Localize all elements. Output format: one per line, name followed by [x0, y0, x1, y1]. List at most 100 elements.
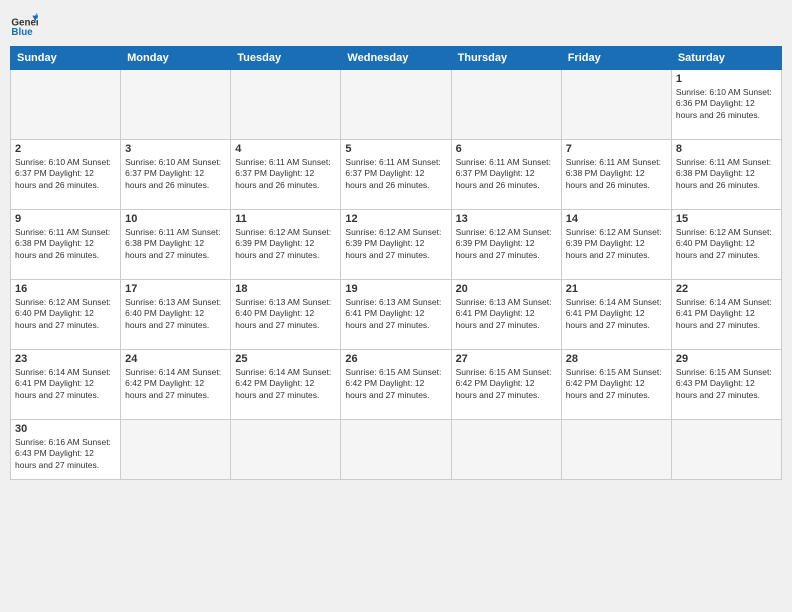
day-number: 8 — [676, 143, 777, 155]
day-info: Sunrise: 6:11 AM Sunset: 6:37 PM Dayligh… — [345, 157, 446, 191]
day-number: 17 — [125, 283, 226, 295]
calendar-cell — [121, 420, 231, 480]
calendar-cell: 27 Sunrise: 6:15 AM Sunset: 6:42 PM Dayli… — [451, 350, 561, 420]
calendar-cell: 13Sunrise: 6:12 AM Sunset: 6:39 PM Dayli… — [451, 210, 561, 280]
calendar-week-row: 1Sunrise: 6:10 AM Sunset: 6:36 PM Daylig… — [11, 70, 782, 140]
day-number: 27 — [456, 353, 557, 365]
logo: General Blue — [10, 10, 42, 38]
calendar-cell: 9 Sunrise: 6:11 AM Sunset: 6:38 PM Daylig… — [11, 210, 121, 280]
day-info: Sunrise: 6:10 AM Sunset: 6:37 PM Dayligh… — [125, 157, 226, 191]
svg-text:Blue: Blue — [11, 27, 33, 38]
calendar-cell — [671, 420, 781, 480]
calendar-cell: 1Sunrise: 6:10 AM Sunset: 6:36 PM Daylig… — [671, 70, 781, 140]
calendar-cell — [561, 420, 671, 480]
day-number: 2 — [15, 143, 116, 155]
calendar-cell: 15Sunrise: 6:12 AM Sunset: 6:40 PM Dayli… — [671, 210, 781, 280]
calendar-cell — [451, 420, 561, 480]
calendar-cell: 8Sunrise: 6:11 AM Sunset: 6:38 PM Daylig… — [671, 140, 781, 210]
col-header-wednesday: Wednesday — [341, 47, 451, 70]
calendar-table: SundayMondayTuesdayWednesdayThursdayFrid… — [10, 46, 782, 480]
calendar-cell: 25 Sunrise: 6:14 AM Sunset: 6:42 PM Dayli… — [231, 350, 341, 420]
day-info: Sunrise: 6:14 AM Sunset: 6:42 PM Dayligh… — [125, 367, 226, 401]
day-info: Sunrise: 6:12 AM Sunset: 6:39 PM Dayligh… — [456, 227, 557, 261]
day-number: 29 — [676, 353, 777, 365]
calendar-week-row: 2 Sunrise: 6:10 AM Sunset: 6:37 PM Daylig… — [11, 140, 782, 210]
day-number: 6 — [456, 143, 557, 155]
day-info: Sunrise: 6:11 AM Sunset: 6:38 PM Dayligh… — [125, 227, 226, 261]
day-info: Sunrise: 6:12 AM Sunset: 6:40 PM Dayligh… — [15, 297, 116, 331]
day-number: 5 — [345, 143, 446, 155]
day-info: Sunrise: 6:11 AM Sunset: 6:37 PM Dayligh… — [235, 157, 336, 191]
calendar-cell: 20 Sunrise: 6:13 AM Sunset: 6:41 PM Dayli… — [451, 280, 561, 350]
col-header-saturday: Saturday — [671, 47, 781, 70]
day-number: 22 — [676, 283, 777, 295]
day-number: 28 — [566, 353, 667, 365]
day-number: 9 — [15, 213, 116, 225]
day-info: Sunrise: 6:15 AM Sunset: 6:42 PM Dayligh… — [456, 367, 557, 401]
day-info: Sunrise: 6:16 AM Sunset: 6:43 PM Dayligh… — [15, 437, 116, 471]
calendar-cell: 5 Sunrise: 6:11 AM Sunset: 6:37 PM Daylig… — [341, 140, 451, 210]
calendar-week-row: 16 Sunrise: 6:12 AM Sunset: 6:40 PM Dayli… — [11, 280, 782, 350]
calendar-cell — [341, 420, 451, 480]
day-info: Sunrise: 6:13 AM Sunset: 6:41 PM Dayligh… — [456, 297, 557, 331]
calendar-cell — [451, 70, 561, 140]
calendar-cell — [561, 70, 671, 140]
day-number: 23 — [15, 353, 116, 365]
day-info: Sunrise: 6:12 AM Sunset: 6:39 PM Dayligh… — [566, 227, 667, 261]
day-number: 3 — [125, 143, 226, 155]
calendar-header-row: SundayMondayTuesdayWednesdayThursdayFrid… — [11, 47, 782, 70]
day-info: Sunrise: 6:13 AM Sunset: 6:40 PM Dayligh… — [235, 297, 336, 331]
calendar-cell: 30 Sunrise: 6:16 AM Sunset: 6:43 PM Dayli… — [11, 420, 121, 480]
calendar-cell: 7 Sunrise: 6:11 AM Sunset: 6:38 PM Daylig… — [561, 140, 671, 210]
calendar-cell: 14 Sunrise: 6:12 AM Sunset: 6:39 PM Dayli… — [561, 210, 671, 280]
day-info: Sunrise: 6:11 AM Sunset: 6:38 PM Dayligh… — [15, 227, 116, 261]
day-info: Sunrise: 6:15 AM Sunset: 6:43 PM Dayligh… — [676, 367, 777, 401]
calendar-cell: 21 Sunrise: 6:14 AM Sunset: 6:41 PM Dayli… — [561, 280, 671, 350]
calendar-cell — [231, 420, 341, 480]
day-info: Sunrise: 6:15 AM Sunset: 6:42 PM Dayligh… — [345, 367, 446, 401]
calendar-cell — [231, 70, 341, 140]
calendar-cell — [121, 70, 231, 140]
calendar-page: General Blue SundayMondayTuesdayWednesda… — [0, 0, 792, 612]
calendar-week-row: 30 Sunrise: 6:16 AM Sunset: 6:43 PM Dayli… — [11, 420, 782, 480]
calendar-cell: 11 Sunrise: 6:12 AM Sunset: 6:39 PM Dayli… — [231, 210, 341, 280]
calendar-cell: 22Sunrise: 6:14 AM Sunset: 6:41 PM Dayli… — [671, 280, 781, 350]
day-info: Sunrise: 6:11 AM Sunset: 6:38 PM Dayligh… — [566, 157, 667, 191]
day-number: 30 — [15, 423, 116, 435]
day-number: 11 — [235, 213, 336, 225]
logo-icon: General Blue — [10, 10, 38, 38]
calendar-cell: 6 Sunrise: 6:11 AM Sunset: 6:37 PM Daylig… — [451, 140, 561, 210]
day-number: 16 — [15, 283, 116, 295]
calendar-cell: 10 Sunrise: 6:11 AM Sunset: 6:38 PM Dayli… — [121, 210, 231, 280]
day-info: Sunrise: 6:12 AM Sunset: 6:39 PM Dayligh… — [235, 227, 336, 261]
calendar-cell: 2Sunrise: 6:10 AM Sunset: 6:37 PM Daylig… — [11, 140, 121, 210]
col-header-friday: Friday — [561, 47, 671, 70]
day-number: 24 — [125, 353, 226, 365]
day-number: 15 — [676, 213, 777, 225]
day-number: 21 — [566, 283, 667, 295]
col-header-sunday: Sunday — [11, 47, 121, 70]
day-info: Sunrise: 6:11 AM Sunset: 6:37 PM Dayligh… — [456, 157, 557, 191]
day-number: 25 — [235, 353, 336, 365]
day-info: Sunrise: 6:10 AM Sunset: 6:36 PM Dayligh… — [676, 87, 777, 121]
day-number: 20 — [456, 283, 557, 295]
calendar-cell — [11, 70, 121, 140]
calendar-cell — [341, 70, 451, 140]
day-number: 10 — [125, 213, 226, 225]
day-number: 18 — [235, 283, 336, 295]
day-info: Sunrise: 6:14 AM Sunset: 6:41 PM Dayligh… — [566, 297, 667, 331]
day-info: Sunrise: 6:15 AM Sunset: 6:42 PM Dayligh… — [566, 367, 667, 401]
day-number: 12 — [345, 213, 446, 225]
calendar-cell: 23 Sunrise: 6:14 AM Sunset: 6:41 PM Dayli… — [11, 350, 121, 420]
day-info: Sunrise: 6:14 AM Sunset: 6:42 PM Dayligh… — [235, 367, 336, 401]
day-number: 7 — [566, 143, 667, 155]
day-info: Sunrise: 6:14 AM Sunset: 6:41 PM Dayligh… — [15, 367, 116, 401]
day-number: 14 — [566, 213, 667, 225]
calendar-cell: 19Sunrise: 6:13 AM Sunset: 6:41 PM Dayli… — [341, 280, 451, 350]
calendar-cell: 17Sunrise: 6:13 AM Sunset: 6:40 PM Dayli… — [121, 280, 231, 350]
calendar-cell: 24 Sunrise: 6:14 AM Sunset: 6:42 PM Dayli… — [121, 350, 231, 420]
calendar-cell: 26 Sunrise: 6:15 AM Sunset: 6:42 PM Dayli… — [341, 350, 451, 420]
day-number: 26 — [345, 353, 446, 365]
calendar-week-row: 23 Sunrise: 6:14 AM Sunset: 6:41 PM Dayli… — [11, 350, 782, 420]
calendar-week-row: 9 Sunrise: 6:11 AM Sunset: 6:38 PM Daylig… — [11, 210, 782, 280]
